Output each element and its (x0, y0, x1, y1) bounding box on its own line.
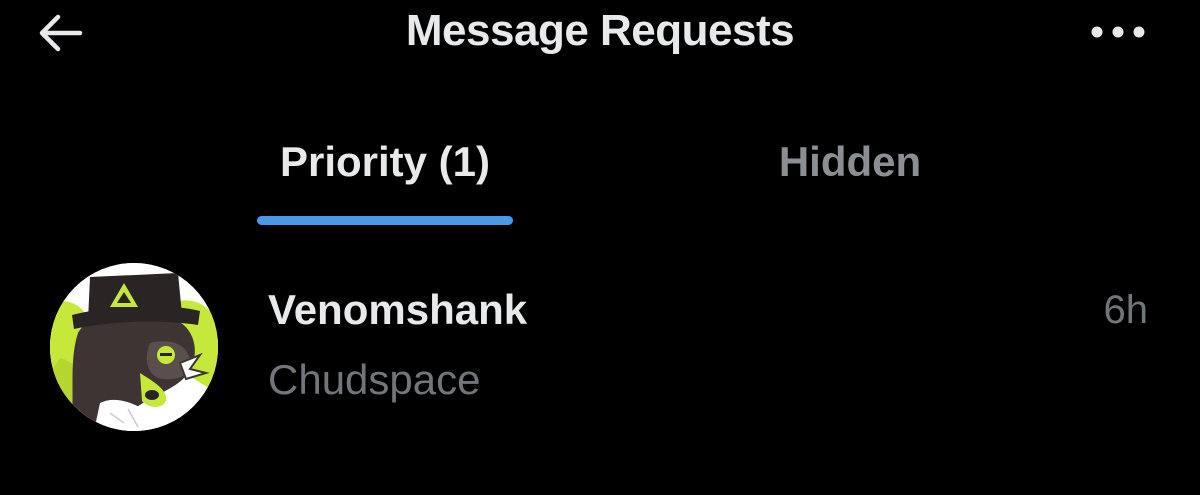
message-preview: Chudspace (268, 356, 481, 403)
more-options-button[interactable] (1078, 10, 1158, 54)
tab-priority-label: Priority (1) (279, 138, 491, 185)
avatar-icon (50, 263, 218, 431)
active-tab-indicator (257, 216, 513, 225)
tab-bar: Priority (1) Hidden (0, 120, 1200, 230)
arrow-left-icon (39, 14, 83, 52)
more-horizontal-icon (1091, 26, 1145, 38)
tab-hidden[interactable]: Hidden (720, 120, 980, 230)
message-timestamp: 6h (1103, 288, 1149, 332)
page-title: Message Requests (405, 6, 795, 55)
sender-name: Venomshank (268, 286, 528, 333)
header-bar: Message Requests (0, 0, 1200, 70)
tab-priority[interactable]: Priority (1) (240, 120, 530, 230)
avatar[interactable] (50, 263, 218, 431)
tab-hidden-label: Hidden (778, 138, 922, 185)
message-request-row[interactable]: Venomshank Chudspace 6h (0, 250, 1200, 440)
back-button[interactable] (30, 8, 90, 58)
